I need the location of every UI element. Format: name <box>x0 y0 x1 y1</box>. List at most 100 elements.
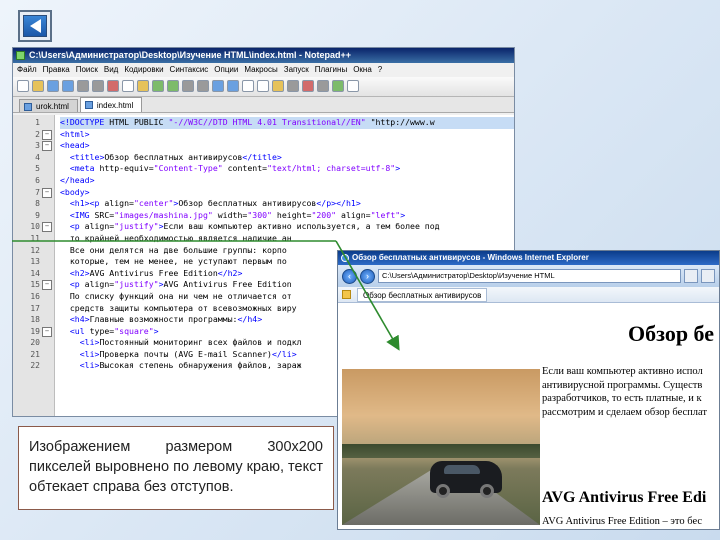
record-macro-icon[interactable] <box>302 80 314 92</box>
menu-item[interactable]: Кодировки <box>124 65 163 74</box>
intro-paragraph: Если ваш компьютер активно испол антивиру… <box>542 365 719 419</box>
line-number: 9 <box>35 210 40 220</box>
menu-item[interactable]: Файл <box>17 65 37 74</box>
menu-item[interactable]: Вид <box>104 65 118 74</box>
redo-icon[interactable] <box>167 80 179 92</box>
code-line: <IMG SRC="images/mashina.jpg" width="300… <box>69 209 406 220</box>
browser-window: Обзор бесплатных антивирусов - Windows I… <box>337 250 720 530</box>
section-heading: AVG Antivirus Free Edi <box>542 489 707 506</box>
print-icon[interactable] <box>92 80 104 92</box>
replace-icon[interactable] <box>197 80 209 92</box>
undo-icon[interactable] <box>152 80 164 92</box>
menu-item[interactable]: Запуск <box>284 65 309 74</box>
code-line: <html> <box>60 128 90 139</box>
line-number: 2 <box>13 129 54 141</box>
notepad-title-bar: C:\Users\Администратор\Desktop\Изучение … <box>13 48 514 63</box>
stop-icon[interactable] <box>701 269 715 283</box>
line-number: 14 <box>30 268 40 278</box>
back-arrow-icon <box>23 15 47 37</box>
paragraph-line: рассмотрим и сделаем обзор бесплат <box>542 406 708 418</box>
stop-macro-icon[interactable] <box>317 80 329 92</box>
line-number: 12 <box>30 245 40 255</box>
show-all-icon[interactable] <box>272 80 284 92</box>
line-number: 8 <box>35 199 40 209</box>
run-icon[interactable] <box>347 80 359 92</box>
code-line: </head> <box>60 174 95 185</box>
paragraph-line: не отличается от большинства плат <box>542 529 719 530</box>
paragraph-line: AVG Antivirus Free Edition – это бес <box>542 516 703 527</box>
code-line: <title>Обзор бесплатных антивирусов</tit… <box>69 151 282 162</box>
paragraph-line: Если ваш компьютер активно испол <box>542 366 703 377</box>
menu-item[interactable]: ? <box>378 65 382 74</box>
notepad-title: C:\Users\Администратор\Desktop\Изучение … <box>29 50 352 60</box>
code-line: то крайней необходимостью является налич… <box>60 232 292 243</box>
page-heading: Обзор бе <box>628 321 715 346</box>
line-number: 13 <box>30 257 40 267</box>
page-content: Обзор бе Если ваш компьютер активно испо… <box>338 303 719 529</box>
menu-item[interactable]: Поиск <box>76 65 98 74</box>
notepad-menu-bar: Файл Правка Поиск Вид Кодировки Синтаксис Опци… <box>13 63 514 77</box>
browser-tab[interactable]: Обзор бесплатных антивирусов <box>357 288 488 302</box>
menu-item[interactable]: Макросы <box>244 65 277 74</box>
menu-item[interactable]: Окна <box>353 65 372 74</box>
code-line: <p align="justify">Если ваш компьютер ак… <box>69 221 440 232</box>
notepad-tab-bar: urok.html index.html <box>13 97 514 113</box>
close-file-icon[interactable] <box>77 80 89 92</box>
sync-scroll-icon[interactable] <box>242 80 254 92</box>
back-button[interactable] <box>18 10 52 42</box>
line-number: 16 <box>30 291 40 301</box>
refresh-icon[interactable] <box>684 269 698 283</box>
menu-item[interactable]: Правка <box>43 65 70 74</box>
save-all-icon[interactable] <box>62 80 74 92</box>
cut-icon[interactable] <box>107 80 119 92</box>
word-wrap-icon[interactable] <box>257 80 269 92</box>
tab-index[interactable]: index.html <box>79 97 143 112</box>
paragraph-line: антивирусной программы. Существ <box>542 379 703 391</box>
code-line: <body> <box>60 186 90 197</box>
favorites-star-icon[interactable] <box>342 290 351 299</box>
file-icon <box>84 101 93 109</box>
line-number: 19 <box>13 326 54 338</box>
back-arrow-icon[interactable]: ‹ <box>342 268 357 284</box>
caption-box: Изображением размером 300х200 пикселей в… <box>18 426 334 510</box>
line-number: 5 <box>35 164 40 174</box>
paste-icon[interactable] <box>137 80 149 92</box>
open-file-icon[interactable] <box>32 80 44 92</box>
line-number: 1 <box>35 118 40 127</box>
line-number: 4 <box>35 152 40 162</box>
line-number: 3 <box>13 140 54 152</box>
browser-tab-bar: Обзор бесплатных антивирусов <box>338 287 719 303</box>
car-image <box>342 369 540 525</box>
address-bar[interactable]: C:\Users\Администратор\Desktop\Изучение … <box>378 269 681 283</box>
line-number: 20 <box>30 338 40 348</box>
find-icon[interactable] <box>182 80 194 92</box>
paragraph-line: разработчиков, то есть платные, и к <box>542 393 702 404</box>
line-number: 15 <box>13 279 54 291</box>
browser-nav-bar: ‹ › C:\Users\Администратор\Desktop\Изуче… <box>338 265 719 287</box>
line-number: 10 <box>13 221 54 233</box>
menu-item[interactable]: Плагины <box>315 65 347 74</box>
code-line: <h1><p align="center">Обзор бесплатных а… <box>69 198 361 209</box>
file-icon <box>24 103 32 111</box>
new-file-icon[interactable] <box>17 80 29 92</box>
play-macro-icon[interactable] <box>332 80 344 92</box>
code-line: <meta http-equiv="Content-Type" content=… <box>69 163 401 174</box>
forward-arrow-icon[interactable]: › <box>360 268 375 284</box>
indent-guide-icon[interactable] <box>287 80 299 92</box>
line-number: 7 <box>13 187 54 199</box>
ie-logo-icon <box>341 254 349 262</box>
line-number: 21 <box>30 349 40 359</box>
save-icon[interactable] <box>47 80 59 92</box>
line-number-gutter: 12345678910111213141516171819202122 <box>13 115 55 416</box>
menu-item[interactable]: Опции <box>214 65 238 74</box>
zoom-out-icon[interactable] <box>227 80 239 92</box>
zoom-in-icon[interactable] <box>212 80 224 92</box>
tab-urok[interactable]: urok.html <box>19 99 78 112</box>
menu-item[interactable]: Синтаксис <box>170 65 209 74</box>
notepad-toolbar <box>13 77 514 97</box>
code-line: <!DOCTYPE HTML PUBLIC "-//W3C//DTD HTML … <box>60 117 514 129</box>
line-number: 22 <box>30 361 40 371</box>
copy-icon[interactable] <box>122 80 134 92</box>
line-number: 17 <box>30 303 40 313</box>
section-paragraph: AVG Antivirus Free Edition – это бес не о… <box>542 515 719 529</box>
